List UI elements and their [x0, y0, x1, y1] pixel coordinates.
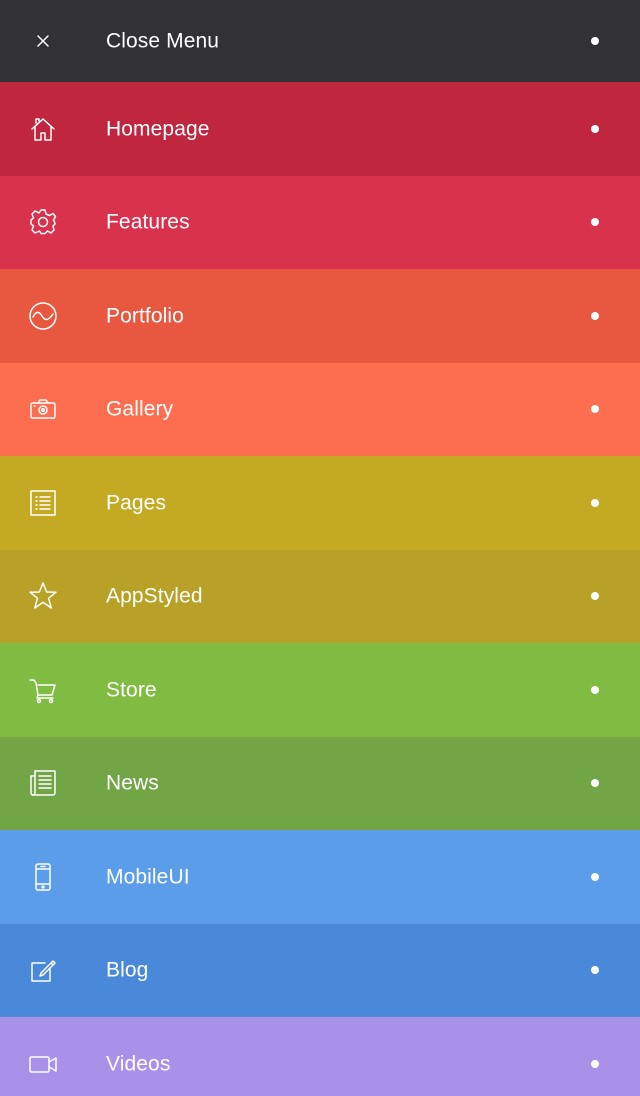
menu-dot-indicator: [591, 218, 599, 227]
menu-item-videos[interactable]: Videos: [0, 1017, 640, 1096]
menu-dot-indicator: [591, 405, 599, 414]
menu-item-label: Homepage: [106, 117, 210, 141]
close-menu-label: Close Menu: [106, 29, 220, 53]
list-icon: [28, 488, 58, 518]
edit-icon: [28, 955, 58, 985]
menu-item-label: MobileUI: [106, 865, 190, 889]
close-icon: [28, 26, 58, 56]
menu-item-label: Videos: [106, 1052, 171, 1076]
menu-item-label: Features: [106, 210, 190, 234]
menu-item-label: Store: [106, 678, 157, 702]
menu-item-news[interactable]: News: [0, 736, 640, 830]
camera-icon: [28, 394, 58, 424]
menu-item-gallery[interactable]: Gallery: [0, 362, 640, 456]
side-menu: Close Menu Homepage Features Portfolio G…: [0, 0, 640, 1096]
menu-item-features[interactable]: Features: [0, 175, 640, 269]
menu-item-mobileui[interactable]: MobileUI: [0, 830, 640, 924]
wave-circle-icon: [28, 301, 58, 331]
star-icon: [28, 581, 58, 611]
menu-item-label: News: [106, 771, 159, 795]
close-menu-button[interactable]: Close Menu: [0, 0, 640, 82]
phone-icon: [28, 862, 58, 892]
newspaper-icon: [28, 768, 58, 798]
menu-dot-indicator: [591, 872, 599, 881]
menu-item-store[interactable]: Store: [0, 643, 640, 737]
menu-item-blog[interactable]: Blog: [0, 923, 640, 1017]
menu-item-label: Portfolio: [106, 304, 184, 328]
menu-dot-indicator: [591, 685, 599, 694]
menu-item-label: Gallery: [106, 397, 174, 421]
menu-dot-indicator: [591, 37, 599, 45]
menu-dot-indicator: [591, 966, 599, 975]
menu-item-label: AppStyled: [106, 584, 203, 608]
menu-dot-indicator: [591, 124, 599, 133]
menu-dot-indicator: [591, 779, 599, 788]
menu-dot-indicator: [591, 311, 599, 320]
menu-item-homepage[interactable]: Homepage: [0, 82, 640, 176]
menu-item-appstyled[interactable]: AppStyled: [0, 549, 640, 643]
video-icon: [28, 1049, 58, 1079]
menu-dot-indicator: [591, 592, 599, 601]
cart-icon: [28, 675, 58, 705]
menu-dot-indicator: [591, 498, 599, 507]
menu-item-label: Pages: [106, 491, 167, 515]
gear-icon: [28, 207, 58, 237]
menu-dot-indicator: [591, 1059, 599, 1068]
menu-item-label: Blog: [106, 958, 149, 982]
menu-item-portfolio[interactable]: Portfolio: [0, 269, 640, 363]
menu-item-pages[interactable]: Pages: [0, 456, 640, 550]
home-icon: [28, 114, 58, 144]
